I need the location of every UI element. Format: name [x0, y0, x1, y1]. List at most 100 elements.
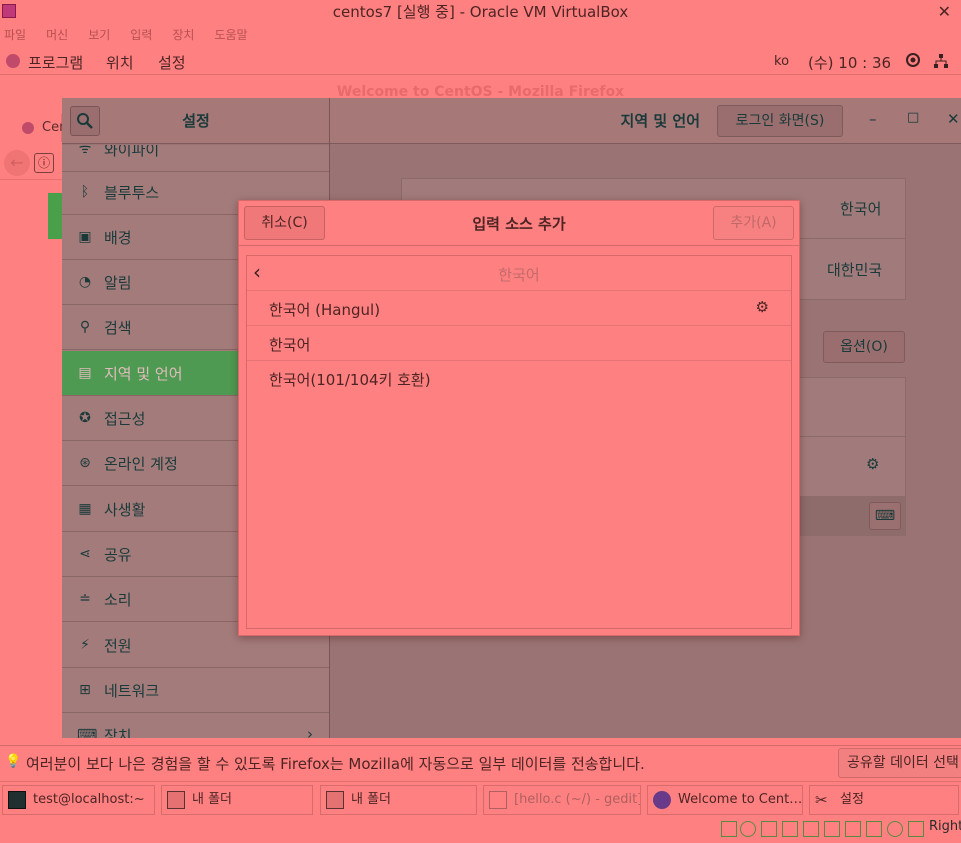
accessibility-icon: ✪ — [79, 410, 91, 426]
keyboard-icon: ⌨ — [874, 508, 896, 524]
places-menu[interactable]: 위치 — [106, 52, 134, 73]
list-item[interactable]: 한국어(101/104키 호환) — [247, 361, 791, 396]
sidebar-item-label: 공유 — [104, 546, 132, 564]
login-screen-button[interactable]: 로그인 화면(S) — [717, 105, 843, 137]
sidebar-item-label: 블루투스 — [104, 184, 160, 202]
input-source-settings-gear-icon[interactable]: ⚙ — [866, 455, 879, 473]
sidebar-item-label: 알림 — [104, 274, 132, 292]
mouse-integration-icon[interactable] — [908, 821, 924, 837]
vbox-menu-help[interactable]: 도움말 — [214, 24, 247, 46]
taskbar-item-label: [hello.c (~/) - gedit] — [514, 792, 641, 807]
settings-app-menu[interactable]: 설정 — [158, 52, 186, 73]
online-accounts-icon: ⊛ — [79, 455, 91, 471]
taskbar-item-folder[interactable]: 내 폴더 — [161, 785, 313, 815]
vbox-menu-devices[interactable]: 장치 — [172, 24, 194, 46]
terminal-icon — [8, 791, 26, 809]
back-arrow-icon[interactable]: ← — [4, 150, 30, 176]
bluetooth-icon: ᛒ — [80, 184, 90, 200]
sidebar-item-label: 장치 — [104, 727, 132, 738]
sidebar-item-label: 접근성 — [104, 410, 146, 428]
lightbulb-icon: 💡 — [5, 754, 22, 769]
sidebar-item-label: 소리 — [104, 591, 132, 609]
optical-drive-icon[interactable] — [740, 821, 756, 837]
list-back-label: 한국어 — [498, 266, 540, 284]
list-item[interactable]: 한국어 — [247, 326, 791, 361]
host-key-label: Right — [929, 819, 961, 834]
gnome-topbar: 프로그램 위치 설정 ko (수) 10 : 36 — [0, 47, 961, 75]
network-status-icon[interactable] — [933, 53, 949, 73]
sidebar-item-label: 와이파이 — [104, 145, 160, 159]
dialog-title: 입력 소스 추가 — [472, 215, 566, 233]
vbox-menu-view[interactable]: 보기 — [88, 24, 110, 46]
sidebar-item-devices[interactable]: ⌨ 장치 › — [62, 713, 329, 738]
vbox-window-title: centos7 [실행 중] - Oracle VM VirtualBox — [332, 3, 629, 21]
devices-icon: ⌨ — [77, 727, 98, 738]
hard-disk-icon[interactable] — [721, 821, 737, 837]
taskbar-item-terminal[interactable]: test@localhost:~ — [2, 785, 155, 815]
vbox-titlebar: centos7 [실행 중] - Oracle VM VirtualBox ✕ — [0, 0, 961, 24]
video-capture-icon[interactable] — [866, 821, 882, 837]
sidebar-item-label: 전원 — [104, 637, 132, 655]
list-item-label: 한국어(101/104키 호환) — [269, 371, 431, 389]
audio-icon[interactable] — [761, 821, 777, 837]
shared-folders-icon[interactable] — [824, 821, 840, 837]
input-language-indicator[interactable]: ko — [774, 54, 789, 69]
taskbar-item-label: test@localhost:~ — [33, 792, 145, 807]
firefox-icon — [653, 791, 671, 809]
taskbar-item-gedit[interactable]: [hello.c (~/) - gedit] — [483, 785, 641, 815]
formats-value[interactable]: 대한민국 — [827, 259, 882, 280]
virtualization-icon[interactable] — [887, 821, 903, 837]
applications-flower-icon — [6, 54, 20, 68]
background-icon: ▣ — [78, 229, 92, 245]
sidebar-item-label: 사생활 — [104, 501, 146, 519]
vbox-close-button[interactable]: ✕ — [938, 0, 951, 24]
sidebar-item-label: 온라인 계정 — [104, 455, 178, 473]
taskbar-item-label: 설정 — [840, 792, 864, 807]
vbox-menu-machine[interactable]: 머신 — [46, 24, 68, 46]
choose-data-to-share-button[interactable]: 공유할 데이터 선택 — [838, 748, 961, 778]
privacy-icon: ▦ — [78, 501, 92, 517]
power-icon: ⚡ — [80, 637, 90, 653]
panel-title: 지역 및 언어 — [620, 112, 700, 130]
clock[interactable]: (수) 10 : 36 — [808, 52, 891, 73]
list-item[interactable]: 한국어 (Hangul) ⚙ — [247, 291, 791, 326]
taskbar-item-firefox[interactable]: Welcome to Cent… — [647, 785, 803, 815]
settings-tools-icon: ✂ — [815, 791, 828, 809]
centos-favicon-icon — [22, 122, 34, 134]
usb-icon[interactable] — [803, 821, 819, 837]
sidebar-item-label: 네트워크 — [104, 682, 160, 700]
language-value[interactable]: 한국어 — [840, 198, 881, 219]
list-back-row[interactable]: ‹ 한국어 — [247, 256, 791, 291]
vbox-menu-input[interactable]: 입력 — [130, 24, 152, 46]
sidebar-item-network[interactable]: ⊞ 네트워크 — [62, 668, 329, 713]
taskbar-item-folder[interactable]: 내 폴더 — [320, 785, 477, 815]
sidebar-item-wifi[interactable]: ᯤ 와이파이 — [62, 145, 329, 172]
sound-icon: ≐ — [79, 591, 91, 607]
options-button[interactable]: 옵션(O) — [823, 331, 905, 363]
region-language-icon: ▤ — [78, 365, 92, 381]
add-button[interactable]: 추가(A) — [713, 206, 794, 240]
sharing-icon: ⋖ — [79, 546, 91, 562]
maximize-button[interactable]: □ — [907, 110, 919, 125]
firefox-nav-bar: ← ⓘ — [0, 146, 62, 180]
applications-menu[interactable]: 프로그램 — [28, 52, 83, 73]
gedit-icon — [489, 791, 507, 809]
gear-icon: ⚙ — [755, 298, 769, 316]
info-icon[interactable]: ⓘ — [34, 153, 54, 173]
accessibility-status-icon[interactable] — [906, 53, 920, 71]
vbox-menu-file[interactable]: 파일 — [4, 24, 26, 46]
taskbar-item-settings[interactable]: ✂ 설정 — [809, 785, 959, 815]
settings-sidebar-title: 설정 — [182, 112, 210, 130]
firefox-tab[interactable]: Cen — [0, 114, 67, 142]
keyboard-layout-button[interactable]: ⌨ — [869, 502, 901, 530]
chevron-right-icon: › — [307, 725, 313, 738]
network-adapter-icon[interactable] — [782, 821, 798, 837]
taskbar-item-label: Welcome to Cent… — [678, 792, 803, 807]
minimize-button[interactable]: – — [869, 110, 877, 128]
display-icon[interactable] — [845, 821, 861, 837]
list-item-label: 한국어 (Hangul) — [269, 301, 381, 319]
cancel-button[interactable]: 취소(C) — [244, 206, 325, 240]
close-button[interactable]: ✕ — [947, 110, 960, 128]
network-icon: ⊞ — [79, 682, 91, 698]
notifications-icon: ◔ — [78, 274, 92, 290]
